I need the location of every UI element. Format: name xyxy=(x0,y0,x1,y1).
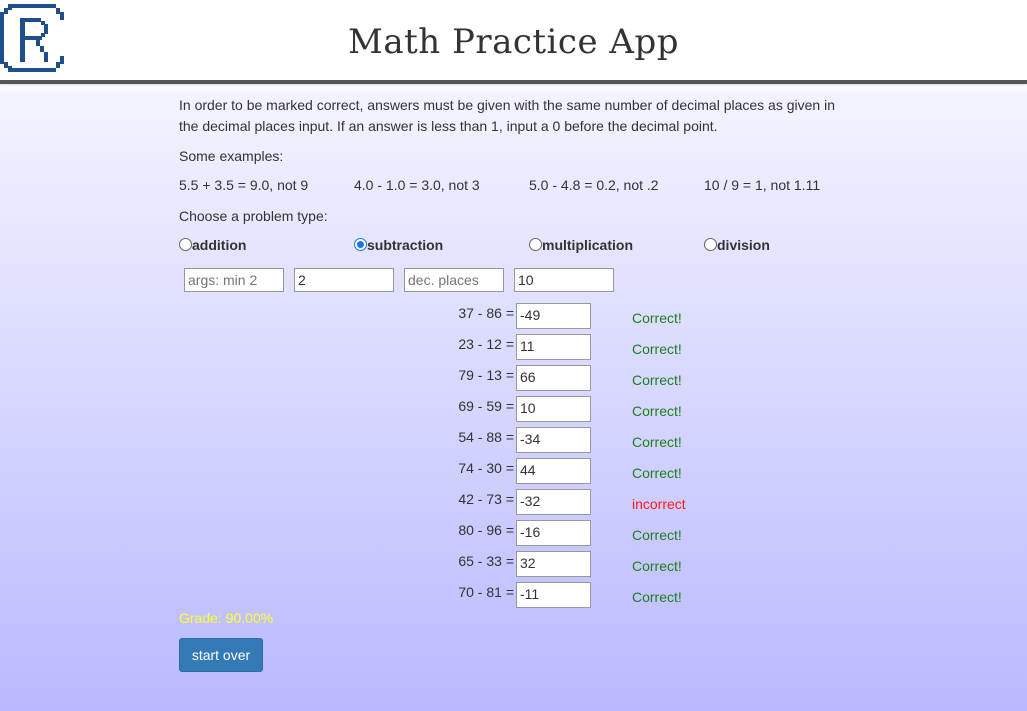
args-label-field[interactable]: args: min 2 xyxy=(184,268,284,292)
radio-label-division: division xyxy=(717,237,770,253)
problem-question: 65 - 33 = xyxy=(458,553,514,569)
problem-question: 74 - 30 = xyxy=(458,460,514,476)
problem-question: 54 - 88 = xyxy=(458,429,514,445)
problem-question: 23 - 12 = xyxy=(458,336,514,352)
problem-row: 37 - 86 = -49 Correct! xyxy=(179,303,779,329)
radio-button-multiplication[interactable] xyxy=(529,237,542,251)
problem-question: 80 - 96 = xyxy=(458,522,514,538)
problem-row: 23 - 12 = 11 Correct! xyxy=(179,334,779,360)
problem-row: 65 - 33 = 32 Correct! xyxy=(179,551,779,577)
start-over-button[interactable]: start over xyxy=(179,638,263,672)
problem-question: 69 - 59 = xyxy=(458,398,514,414)
answer-input[interactable]: 11 xyxy=(516,334,591,360)
problem-row: 69 - 59 = 10 Correct! xyxy=(179,396,779,422)
answer-input[interactable]: -32 xyxy=(516,489,591,515)
dec-places-input[interactable]: 10 xyxy=(514,268,614,292)
app-header: Math Practice App xyxy=(0,0,1027,80)
problem-question: 37 - 86 = xyxy=(458,305,514,321)
examples-label: Some examples: xyxy=(179,148,284,164)
result-label: incorrect xyxy=(632,496,686,512)
result-label: Correct! xyxy=(632,434,682,450)
header-divider xyxy=(0,80,1027,84)
radio-button-division[interactable] xyxy=(704,237,717,251)
problem-row: 80 - 96 = -16 Correct! xyxy=(179,520,779,546)
grade-text: Grade: 90.00% xyxy=(179,610,274,626)
radio-addition[interactable]: addition xyxy=(179,237,246,253)
radio-label-multiplication: multiplication xyxy=(542,237,633,253)
dec-places-label-field[interactable]: dec. places xyxy=(404,268,504,292)
radio-button-addition[interactable] xyxy=(179,237,192,251)
radio-multiplication[interactable]: multiplication xyxy=(529,237,633,253)
result-label: Correct! xyxy=(632,372,682,388)
problem-row: 42 - 73 = -32 incorrect xyxy=(179,489,779,515)
answer-input[interactable]: 32 xyxy=(516,551,591,577)
answer-input[interactable]: -16 xyxy=(516,520,591,546)
answer-input[interactable]: -49 xyxy=(516,303,591,329)
result-label: Correct! xyxy=(632,527,682,543)
args-input[interactable]: 2 xyxy=(294,268,394,292)
problem-row: 54 - 88 = -34 Correct! xyxy=(179,427,779,453)
result-label: Correct! xyxy=(632,589,682,605)
result-label: Correct! xyxy=(632,310,682,326)
result-label: Correct! xyxy=(632,341,682,357)
answer-input[interactable]: 44 xyxy=(516,458,591,484)
result-label: Correct! xyxy=(632,465,682,481)
problem-row: 74 - 30 = 44 Correct! xyxy=(179,458,779,484)
example-3: 5.0 - 4.8 = 0.2, not .2 xyxy=(529,177,659,193)
radio-subtraction[interactable]: subtraction xyxy=(354,237,443,253)
radio-button-subtraction[interactable] xyxy=(354,237,367,251)
problem-type-radio-group: addition subtraction multiplication divi… xyxy=(179,237,879,257)
answer-input[interactable]: -11 xyxy=(516,582,591,608)
problem-question: 70 - 81 = xyxy=(458,584,514,600)
answer-input[interactable]: -34 xyxy=(516,427,591,453)
problem-row: 79 - 13 = 66 Correct! xyxy=(179,365,779,391)
choose-type-label: Choose a problem type: xyxy=(179,208,328,224)
radio-label-subtraction: subtraction xyxy=(367,237,444,253)
page-title: Math Practice App xyxy=(348,22,679,62)
problem-row: 70 - 81 = -11 Correct! xyxy=(179,582,779,608)
radio-label-addition: addition xyxy=(192,237,247,253)
answer-input[interactable]: 66 xyxy=(516,365,591,391)
radio-division[interactable]: division xyxy=(704,237,770,253)
problem-question: 79 - 13 = xyxy=(458,367,514,383)
answer-input[interactable]: 10 xyxy=(516,396,591,422)
result-label: Correct! xyxy=(632,558,682,574)
instructions-line-1: In order to be marked correct, answers m… xyxy=(179,97,835,113)
result-label: Correct! xyxy=(632,403,682,419)
instructions-line-2: the decimal places input. If an answer i… xyxy=(179,118,718,134)
example-1: 5.5 + 3.5 = 9.0, not 9 xyxy=(179,177,309,193)
problem-question: 42 - 73 = xyxy=(458,491,514,507)
example-4: 10 / 9 = 1, not 1.11 xyxy=(704,177,821,193)
example-2: 4.0 - 1.0 = 3.0, not 3 xyxy=(354,177,480,193)
